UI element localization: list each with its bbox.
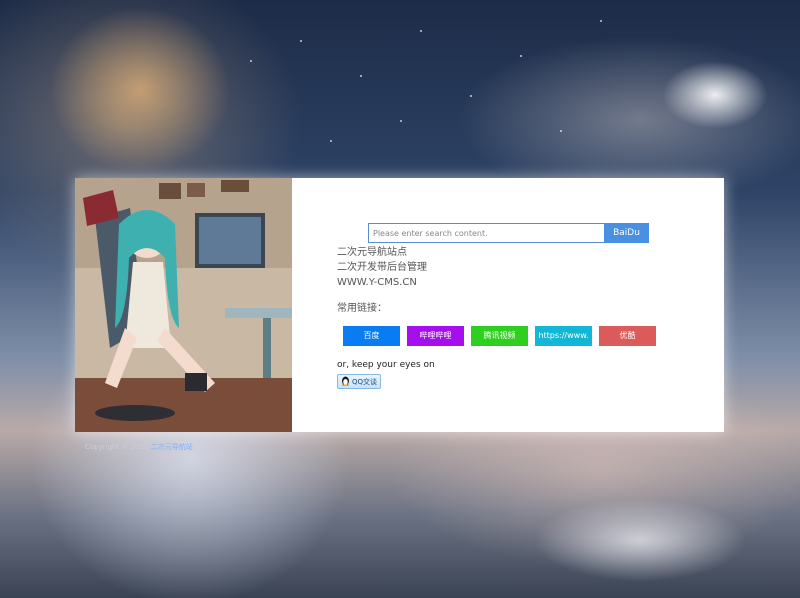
contact-tagline: or, keep your eyes on xyxy=(337,360,435,370)
link-baidu[interactable]: 百度 xyxy=(343,326,400,346)
main-card: BaiDu 二次元导航站点 二次开发带后台管理 WWW.Y-CMS.CN 常用链… xyxy=(75,178,724,432)
copyright-link[interactable]: 二次元导航站 xyxy=(151,443,193,451)
dove-illustration xyxy=(640,40,790,150)
link-url[interactable]: https://www. xyxy=(535,326,592,346)
common-links-title: 常用链接： xyxy=(337,303,387,314)
anime-illustration xyxy=(75,178,292,432)
baidu-search-button[interactable]: BaiDu xyxy=(604,223,649,243)
qq-chat-button[interactable]: QQ交谈 xyxy=(337,374,382,389)
qq-chat-label: QQ交谈 xyxy=(352,377,378,386)
common-links: 百度 哔哩哔哩 腾讯视频 https://www. 优酷 xyxy=(343,326,707,346)
link-bilibili[interactable]: 哔哩哔哩 xyxy=(407,326,464,346)
copyright-text: Copyright © 2021 xyxy=(85,443,149,451)
qq-penguin-icon xyxy=(341,376,350,388)
dove-illustration-bottom xyxy=(480,480,780,598)
site-url: WWW.Y-CMS.CN xyxy=(337,277,417,288)
copyright: Copyright © 2021 二次元导航站 xyxy=(85,442,193,452)
search-input[interactable] xyxy=(368,223,604,243)
link-youku[interactable]: 优酷 xyxy=(599,326,656,346)
search-bar: BaiDu xyxy=(368,223,649,243)
link-tencent-video[interactable]: 腾讯视频 xyxy=(471,326,528,346)
content-panel: BaiDu 二次元导航站点 二次开发带后台管理 WWW.Y-CMS.CN 常用链… xyxy=(337,223,707,390)
site-name: 二次元导航站点 xyxy=(337,247,407,258)
site-description: 二次开发带后台管理 xyxy=(337,262,427,273)
